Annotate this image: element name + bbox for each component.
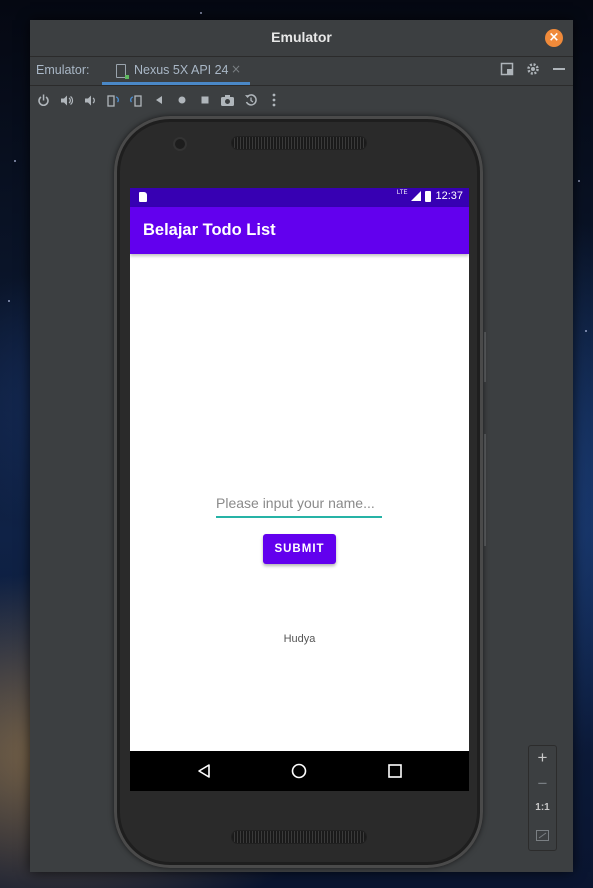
emulator-window: Emulator × Emulator: Nexus 5X API 24 × L… — [30, 20, 573, 872]
tab-close-icon[interactable]: × — [231, 62, 241, 76]
volume-up-icon[interactable] — [59, 93, 74, 108]
nav-home-icon[interactable] — [291, 763, 307, 783]
signal-icon — [411, 191, 422, 201]
fit-screen-icon[interactable] — [529, 828, 556, 846]
tab-bar: Emulator: Nexus 5X API 24 × — [30, 57, 573, 86]
device-icon — [116, 64, 129, 79]
result-text: Hudya — [283, 633, 316, 645]
top-speaker — [232, 137, 366, 149]
actual-size-button[interactable]: 1:1 — [529, 802, 556, 813]
scroll-indicator — [484, 434, 486, 546]
phone-frame: LTE 12:37 Belajar Todo List SUBMIT Hudya — [114, 116, 483, 868]
device-screen: LTE 12:37 Belajar Todo List SUBMIT Hudya — [130, 188, 469, 791]
nav-overview-icon[interactable] — [387, 763, 403, 783]
zoom-in-button[interactable]: + — [529, 748, 556, 768]
sd-card-icon — [139, 192, 147, 202]
window-mode-icon[interactable] — [499, 62, 515, 80]
close-icon[interactable]: × — [545, 29, 563, 47]
emulator-toolbar — [30, 86, 573, 115]
tab-label: Nexus 5X API 24 — [134, 63, 229, 77]
volume-down-icon[interactable] — [82, 93, 97, 108]
more-icon[interactable] — [266, 93, 281, 108]
nav-back-icon[interactable] — [196, 763, 212, 783]
lte-label: LTE — [396, 190, 408, 196]
zoom-out-button[interactable]: − — [529, 774, 556, 794]
screenshot-icon[interactable] — [220, 93, 235, 108]
battery-icon — [425, 190, 432, 202]
navigation-bar — [130, 751, 469, 791]
gear-icon[interactable] — [525, 62, 541, 80]
emulator-display-area: LTE 12:37 Belajar Todo List SUBMIT Hudya — [30, 114, 573, 872]
home-icon[interactable] — [174, 93, 189, 108]
app-bar: Belajar Todo List — [130, 207, 469, 254]
name-input[interactable] — [216, 492, 382, 518]
back-icon[interactable] — [151, 93, 166, 108]
zoom-panel: + − 1:1 — [528, 745, 557, 851]
scroll-indicator — [484, 332, 486, 382]
tab-nexus-5x[interactable]: Nexus 5X API 24 × — [102, 57, 250, 85]
snapshot-icon[interactable] — [243, 93, 258, 108]
emulator-label: Emulator: — [36, 63, 90, 77]
power-icon[interactable] — [36, 93, 51, 108]
status-bar: LTE 12:37 — [130, 188, 469, 207]
front-camera — [175, 139, 185, 149]
bottom-speaker — [232, 831, 366, 843]
overview-icon[interactable] — [197, 93, 212, 108]
minimize-icon[interactable] — [551, 62, 567, 80]
rotate-left-icon[interactable] — [105, 93, 120, 108]
submit-button[interactable]: SUBMIT — [263, 534, 336, 564]
title-bar: Emulator × — [30, 20, 573, 57]
window-title: Emulator — [271, 29, 332, 45]
status-time: 12:37 — [435, 190, 463, 202]
rotate-right-icon[interactable] — [128, 93, 143, 108]
app-title: Belajar Todo List — [143, 221, 276, 239]
